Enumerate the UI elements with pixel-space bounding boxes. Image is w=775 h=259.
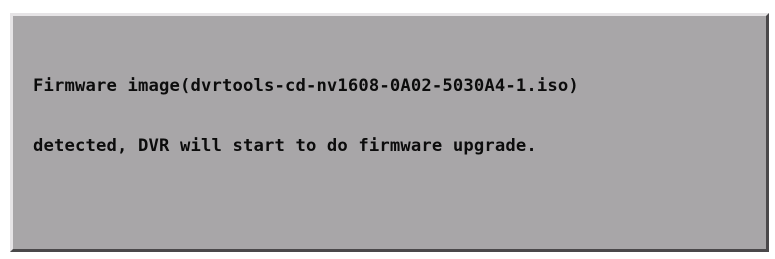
message-line-2: detected, DVR will start to do firmware … xyxy=(33,136,537,156)
firmware-upgrade-dialog: Firmware image(dvrtools-cd-nv1608-0A02-5… xyxy=(10,13,769,252)
dialog-message: Firmware image(dvrtools-cd-nv1608-0A02-5… xyxy=(33,36,750,196)
message-line-1: Firmware image(dvrtools-cd-nv1608-0A02-5… xyxy=(33,76,579,96)
screen: Firmware image(dvrtools-cd-nv1608-0A02-5… xyxy=(0,0,775,259)
